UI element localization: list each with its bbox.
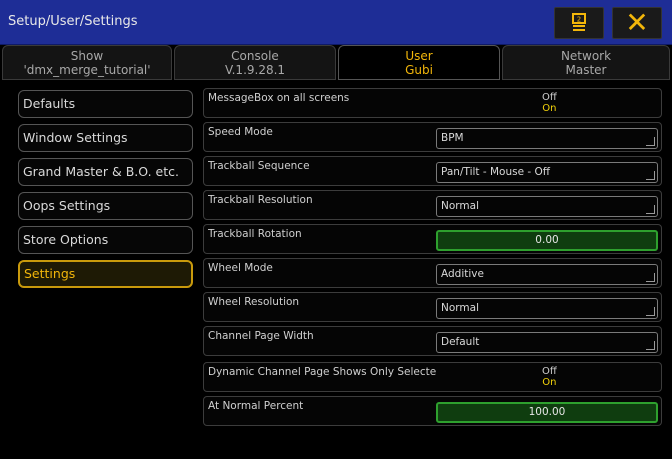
wheel-mode-select[interactable]: Additive [436,264,658,285]
setting-row-messagebox[interactable]: MessageBox on all screens Off On [203,88,662,118]
setting-label: Wheel Resolution [208,296,300,308]
tab-show-value: 'dmx_merge_tutorial' [23,63,151,77]
setting-label: Trackball Sequence [208,160,310,172]
tab-network-value: Master [565,63,607,77]
tab-user-title: User [405,49,433,63]
tab-show[interactable]: Show 'dmx_merge_tutorial' [2,45,172,80]
toggle-off-label: Off [542,366,557,377]
setting-label: Dynamic Channel Page Shows Only Selectec [208,366,436,378]
speed-mode-select[interactable]: BPM [436,128,658,149]
close-icon: ✕ [625,6,649,39]
tab-console-value: V.1.9.28.1 [224,63,286,77]
setting-row-wheel-resolution: Wheel Resolution Normal [203,292,662,322]
wheel-resolution-select[interactable]: Normal [436,298,658,319]
title-bar: Setup/User/Settings 2 ✕ [0,0,672,45]
setting-row-wheel-mode: Wheel Mode Additive [203,258,662,288]
tab-user[interactable]: User Gubi [338,45,500,80]
help-button[interactable]: 2 [554,7,604,39]
setting-row-speed-mode: Speed Mode BPM [203,122,662,152]
setting-label: Trackball Resolution [208,194,313,206]
menu-item-store-options[interactable]: Store Options [18,226,193,254]
setting-row-dynamic-channel-page[interactable]: Dynamic Channel Page Shows Only Selectec… [203,362,662,392]
trackball-sequence-select[interactable]: Pan/Tilt - Mouse - Off [436,162,658,183]
setting-row-trackball-rotation: Trackball Rotation 0.00 [203,224,662,254]
setting-label: At Normal Percent [208,400,304,412]
toggle-on-label: On [542,377,557,388]
channel-page-width-select[interactable]: Default [436,332,658,353]
setting-row-channel-page-width: Channel Page Width Default [203,326,662,356]
menu-item-settings[interactable]: Settings [18,260,193,288]
setting-label: Channel Page Width [208,330,314,342]
tab-console-title: Console [231,49,279,63]
tab-console[interactable]: Console V.1.9.28.1 [174,45,336,80]
setting-row-at-normal-percent: At Normal Percent 100.00 [203,396,662,426]
tab-network[interactable]: Network Master [502,45,670,80]
tab-show-title: Show [70,49,104,63]
tab-network-title: Network [560,49,612,63]
setting-label: Trackball Rotation [208,228,302,240]
menu-item-oops-settings[interactable]: Oops Settings [18,192,193,220]
toggle-off-label: Off [542,92,557,103]
trackball-resolution-select[interactable]: Normal [436,196,658,217]
window-title: Setup/User/Settings [8,14,138,29]
messagebox-toggle[interactable]: Off On [542,92,557,114]
setting-row-trackball-resolution: Trackball Resolution Normal [203,190,662,220]
at-normal-percent-input[interactable]: 100.00 [436,402,658,423]
tab-bar: Show 'dmx_merge_tutorial' Console V.1.9.… [0,45,672,82]
trackball-rotation-input[interactable]: 0.00 [436,230,658,251]
setting-row-trackball-sequence: Trackball Sequence Pan/Tilt - Mouse - Of… [203,156,662,186]
setting-label: Wheel Mode [208,262,273,274]
menu-item-window-settings[interactable]: Window Settings [18,124,193,152]
help-icon: 2 [572,13,586,31]
menu-item-grand-master[interactable]: Grand Master & B.O. etc. [18,158,193,186]
close-button[interactable]: ✕ [612,7,662,39]
setting-label: MessageBox on all screens [208,92,350,104]
menu-item-defaults[interactable]: Defaults [18,90,193,118]
tab-user-value: Gubi [405,63,433,77]
toggle-on-label: On [542,103,557,114]
dynamic-channel-page-toggle[interactable]: Off On [542,366,557,388]
setting-label: Speed Mode [208,126,273,138]
svg-text:2: 2 [577,16,581,24]
